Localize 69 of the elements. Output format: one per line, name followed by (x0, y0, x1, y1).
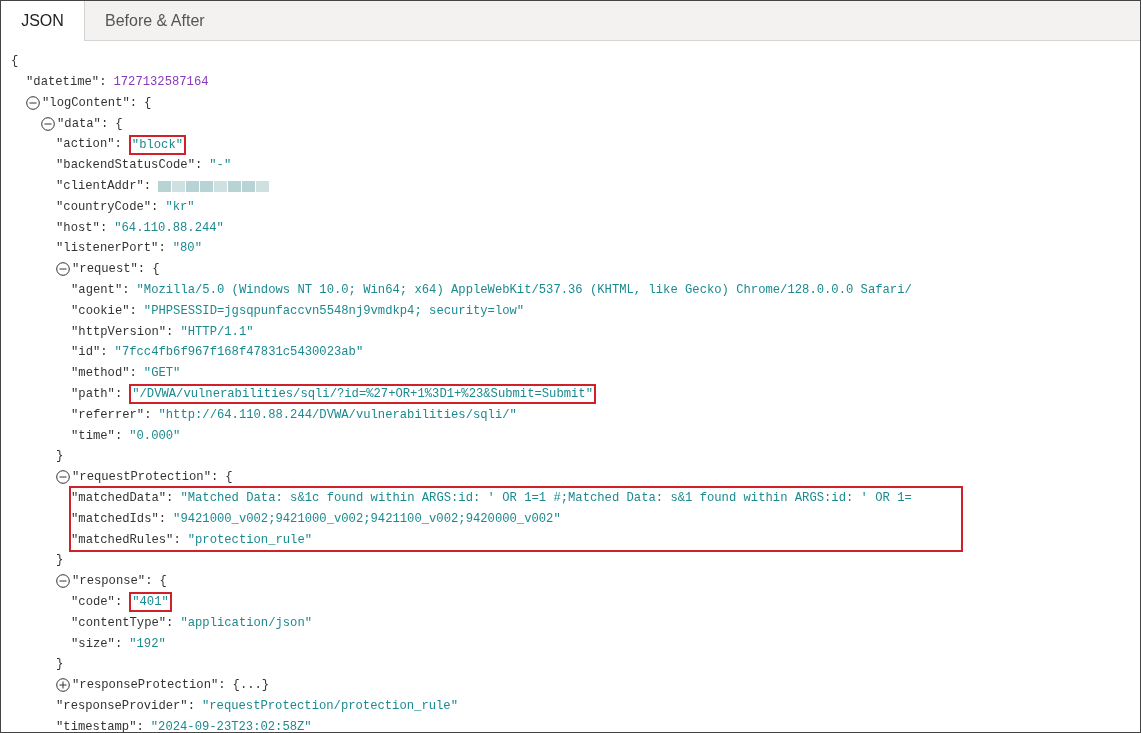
json-value: "http://64.110.88.244/DVWA/vulnerabilities/sqli/" (158, 406, 517, 424)
tab[interactable]: Before & After (85, 1, 225, 40)
json-value: "protection_rule" (187, 531, 313, 549)
json-value: "Matched Data: s&1c found within ARGS:id: ' OR 1=1 #;Matched Data: s&1 found within ARGS:id: ' OR 1= (180, 490, 912, 507)
json-key: "agent": (71, 281, 130, 300)
json-key: "clientAddr": (56, 177, 152, 196)
json-brace: {...} (232, 677, 270, 695)
json-value: "GET" (143, 365, 181, 383)
json-value: "-" (209, 157, 232, 175)
json-key: "httpVersion": (71, 322, 174, 341)
json-brace: } (56, 448, 64, 466)
json-value: "kr" (165, 198, 195, 216)
json-value: "7fcc4fb6f967f168f47831c5430023ab" (114, 344, 364, 362)
json-key: "matchedIds": (71, 509, 167, 529)
json-key: "datetime": (26, 73, 107, 92)
json-value: "block" (128, 134, 187, 155)
json-value: "PHPSESSID=jgsqpunfaccvn5548nj9vmdkp4; security=low" (143, 302, 525, 320)
json-key: "path": (71, 385, 123, 404)
json-key: "method": (71, 364, 137, 383)
collapse-icon[interactable] (56, 470, 70, 485)
json-value: "64.110.88.244" (114, 219, 224, 237)
json-key: "size": (71, 634, 123, 653)
json-brace: } (56, 552, 64, 570)
json-key: "code": (71, 592, 123, 612)
json-value: "requestProtection/protection_rule" (201, 697, 458, 715)
json-brace: } (56, 656, 64, 674)
json-key: "requestProtection": (72, 468, 219, 487)
collapse-icon[interactable] (41, 116, 55, 131)
json-value: "Mozilla/5.0 (Windows NT 10.0; Win64; x64) AppleWebKit/537.36 (KHTML, like Gecko) Chrome/128.0.0.0 Safari/ (136, 282, 912, 299)
json-value: "application/json" (180, 614, 313, 632)
json-key: "matchedRules": (71, 530, 181, 549)
json-key: "matchedData": (71, 489, 174, 508)
json-brace: { (144, 94, 152, 112)
json-key: "action": (56, 135, 122, 154)
json-key: "data": (57, 114, 109, 133)
json-key: "time": (71, 426, 123, 445)
json-brace: { (11, 53, 19, 71)
json-value: "2024-09-23T23:02:58Z" (150, 718, 312, 732)
json-value: "80" (172, 240, 202, 258)
json-key: "contentType": (71, 613, 174, 633)
json-brace: { (115, 115, 123, 133)
json-brace: { (225, 469, 233, 487)
tab[interactable]: JSON (1, 1, 85, 41)
json-key: "backendStatusCode": (56, 156, 203, 175)
json-key: "cookie": (71, 301, 137, 321)
json-key: "id": (71, 343, 108, 362)
collapse-icon[interactable] (56, 262, 70, 277)
json-value: "192" (129, 635, 166, 653)
json-key: "responseProvider": (56, 696, 195, 716)
json-key: "response": (72, 572, 153, 591)
json-key: "referrer": (71, 405, 152, 425)
json-value: "9421000_v002;9421000_v002;9421100_v002;9420000_v002" (173, 510, 561, 528)
json-key: "timestamp": (56, 717, 144, 732)
json-value: "0.000" (129, 427, 181, 445)
json-value: 1727132587164 (113, 74, 209, 92)
expand-icon[interactable] (56, 678, 70, 693)
json-brace: { (159, 573, 167, 591)
collapse-icon[interactable] (56, 574, 70, 589)
json-key: "logContent": (42, 93, 138, 113)
json-key: "responseProtection": (72, 676, 226, 695)
json-value: "HTTP/1.1" (180, 323, 254, 341)
json-brace: { (152, 261, 160, 279)
json-key: "countryCode": (56, 197, 159, 217)
json-value: "/DVWA/vulnerabilities/sqli/?id=%27+OR+1%3D1+%23&Submit=Submit" (129, 384, 596, 405)
json-key: "listenerPort": (56, 239, 166, 258)
json-value: "401" (129, 592, 172, 613)
json-key: "request": (72, 260, 146, 279)
json-key: "host": (56, 218, 108, 237)
collapse-icon[interactable] (26, 96, 40, 110)
